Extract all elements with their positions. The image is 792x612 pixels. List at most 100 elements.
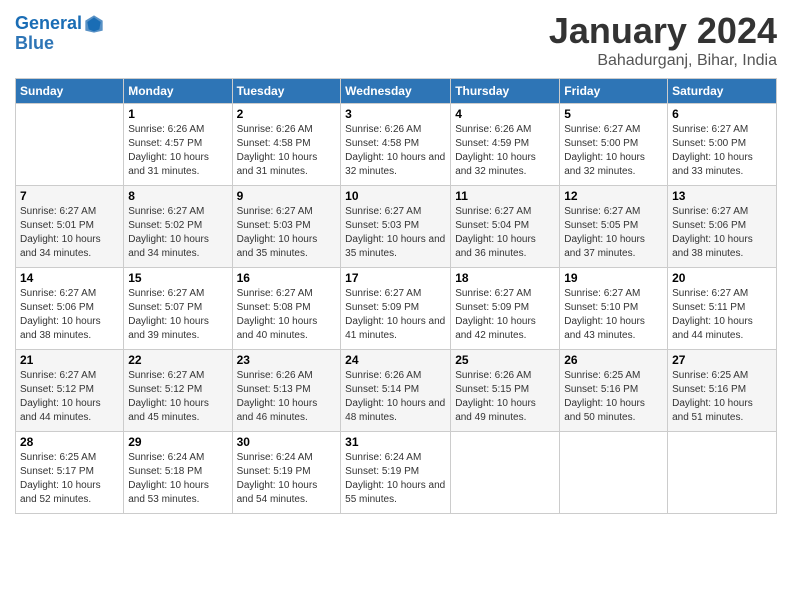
logo: General Blue (15, 14, 104, 54)
logo-blue-text: Blue (15, 34, 104, 54)
day-number: 29 (128, 435, 227, 449)
logo-icon (84, 14, 104, 34)
calendar-cell: 2Sunrise: 6:26 AMSunset: 4:58 PMDaylight… (232, 104, 341, 186)
day-info: Sunrise: 6:24 AMSunset: 5:19 PMDaylight:… (237, 451, 337, 507)
day-number: 30 (237, 435, 337, 449)
day-number: 16 (237, 271, 337, 285)
day-number: 4 (455, 107, 555, 121)
day-number: 26 (564, 353, 663, 367)
week-row-3: 14 Sunrise: 6:27 AMSunset: 5:06 PMDayligh… (16, 268, 777, 350)
day-info: Sunrise: 6:26 AMSunset: 4:59 PMDaylight:… (455, 123, 555, 179)
day-number: 11 (455, 189, 555, 203)
calendar-cell: 24Sunrise: 6:26 AMSunset: 5:14 PMDayligh… (341, 350, 451, 432)
calendar-cell (560, 432, 668, 514)
calendar-cell: 25 Sunrise: 6:26 AMSunset: 5:15 PMDayligh… (451, 350, 560, 432)
column-header-friday: Friday (560, 79, 668, 104)
day-info: Sunrise: 6:25 AMSunset: 5:16 PMDaylight:… (672, 369, 772, 425)
calendar-cell: 14 Sunrise: 6:27 AMSunset: 5:06 PMDayligh… (16, 268, 124, 350)
day-number: 7 (20, 189, 119, 203)
day-info: Sunrise: 6:27 AMSunset: 5:08 PMDaylight:… (237, 287, 337, 343)
calendar-cell: 31 Sunrise: 6:24 AMSunset: 5:19 PMDayligh… (341, 432, 451, 514)
calendar-cell: 29 Sunrise: 6:24 AMSunset: 5:18 PMDayligh… (124, 432, 232, 514)
calendar-cell (16, 104, 124, 186)
day-info: Sunrise: 6:24 AMSunset: 5:19 PMDaylight:… (345, 451, 446, 507)
calendar-cell: 5Sunrise: 6:27 AMSunset: 5:00 PMDaylight… (560, 104, 668, 186)
calendar-cell: 30 Sunrise: 6:24 AMSunset: 5:19 PMDayligh… (232, 432, 341, 514)
day-number: 28 (20, 435, 119, 449)
title-block: January 2024 Bahadurganj, Bihar, India (549, 10, 777, 70)
day-info: Sunrise: 6:27 AMSunset: 5:07 PMDaylight:… (128, 287, 227, 343)
calendar-cell: 11 Sunrise: 6:27 AMSunset: 5:04 PMDayligh… (451, 186, 560, 268)
day-info: Sunrise: 6:27 AMSunset: 5:03 PMDaylight:… (345, 205, 446, 261)
day-info: Sunrise: 6:27 AMSunset: 5:05 PMDaylight:… (564, 205, 663, 261)
day-number: 27 (672, 353, 772, 367)
day-info: Sunrise: 6:27 AMSunset: 5:00 PMDaylight:… (564, 123, 663, 179)
day-info: Sunrise: 6:27 AMSunset: 5:10 PMDaylight:… (564, 287, 663, 343)
main-container: General Blue January 2024 Bahadurganj, B… (0, 0, 792, 612)
calendar-cell: 16 Sunrise: 6:27 AMSunset: 5:08 PMDayligh… (232, 268, 341, 350)
day-info: Sunrise: 6:26 AMSunset: 5:14 PMDaylight:… (345, 369, 446, 425)
calendar-cell: 10Sunrise: 6:27 AMSunset: 5:03 PMDayligh… (341, 186, 451, 268)
calendar-cell: 7 Sunrise: 6:27 AMSunset: 5:01 PMDaylight… (16, 186, 124, 268)
calendar-cell (668, 432, 777, 514)
day-number: 6 (672, 107, 772, 121)
day-number: 20 (672, 271, 772, 285)
week-row-4: 21 Sunrise: 6:27 AMSunset: 5:12 PMDayligh… (16, 350, 777, 432)
day-number: 1 (128, 107, 227, 121)
day-info: Sunrise: 6:27 AMSunset: 5:00 PMDaylight:… (672, 123, 772, 179)
calendar-cell: 3Sunrise: 6:26 AMSunset: 4:58 PMDaylight… (341, 104, 451, 186)
day-number: 14 (20, 271, 119, 285)
calendar-cell: 19Sunrise: 6:27 AMSunset: 5:10 PMDayligh… (560, 268, 668, 350)
day-info: Sunrise: 6:27 AMSunset: 5:12 PMDaylight:… (128, 369, 227, 425)
day-info: Sunrise: 6:27 AMSunset: 5:06 PMDaylight:… (672, 205, 772, 261)
calendar-cell: 1 Sunrise: 6:26 AMSunset: 4:57 PMDaylight… (124, 104, 232, 186)
header: General Blue January 2024 Bahadurganj, B… (15, 10, 777, 70)
calendar-cell: 27 Sunrise: 6:25 AMSunset: 5:16 PMDayligh… (668, 350, 777, 432)
logo-text: General (15, 14, 82, 34)
calendar-cell: 9Sunrise: 6:27 AMSunset: 5:03 PMDaylight… (232, 186, 341, 268)
day-info: Sunrise: 6:27 AMSunset: 5:02 PMDaylight:… (128, 205, 227, 261)
day-number: 17 (345, 271, 446, 285)
day-number: 25 (455, 353, 555, 367)
day-number: 12 (564, 189, 663, 203)
column-header-thursday: Thursday (451, 79, 560, 104)
day-info: Sunrise: 6:24 AMSunset: 5:18 PMDaylight:… (128, 451, 227, 507)
day-info: Sunrise: 6:27 AMSunset: 5:12 PMDaylight:… (20, 369, 119, 425)
calendar-cell: 13 Sunrise: 6:27 AMSunset: 5:06 PMDayligh… (668, 186, 777, 268)
day-info: Sunrise: 6:27 AMSunset: 5:04 PMDaylight:… (455, 205, 555, 261)
day-number: 21 (20, 353, 119, 367)
day-number: 13 (672, 189, 772, 203)
calendar-cell: 17 Sunrise: 6:27 AMSunset: 5:09 PMDayligh… (341, 268, 451, 350)
calendar-cell: 28Sunrise: 6:25 AMSunset: 5:17 PMDayligh… (16, 432, 124, 514)
day-number: 31 (345, 435, 446, 449)
day-info: Sunrise: 6:27 AMSunset: 5:09 PMDaylight:… (345, 287, 446, 343)
calendar-cell: 23Sunrise: 6:26 AMSunset: 5:13 PMDayligh… (232, 350, 341, 432)
day-info: Sunrise: 6:27 AMSunset: 5:01 PMDaylight:… (20, 205, 119, 261)
day-info: Sunrise: 6:27 AMSunset: 5:09 PMDaylight:… (455, 287, 555, 343)
day-info: Sunrise: 6:27 AMSunset: 5:06 PMDaylight:… (20, 287, 119, 343)
calendar-cell: 12 Sunrise: 6:27 AMSunset: 5:05 PMDayligh… (560, 186, 668, 268)
calendar-cell (451, 432, 560, 514)
column-header-monday: Monday (124, 79, 232, 104)
day-info: Sunrise: 6:26 AMSunset: 5:15 PMDaylight:… (455, 369, 555, 425)
day-info: Sunrise: 6:26 AMSunset: 4:58 PMDaylight:… (345, 123, 446, 179)
day-info: Sunrise: 6:26 AMSunset: 4:57 PMDaylight:… (128, 123, 227, 179)
location: Bahadurganj, Bihar, India (549, 52, 777, 70)
calendar-cell: 4 Sunrise: 6:26 AMSunset: 4:59 PMDaylight… (451, 104, 560, 186)
day-number: 9 (237, 189, 337, 203)
column-header-saturday: Saturday (668, 79, 777, 104)
day-number: 23 (237, 353, 337, 367)
calendar-cell: 26Sunrise: 6:25 AMSunset: 5:16 PMDayligh… (560, 350, 668, 432)
month-title: January 2024 (549, 10, 777, 52)
calendar-header-row: SundayMondayTuesdayWednesdayThursdayFrid… (16, 79, 777, 104)
calendar-cell: 6 Sunrise: 6:27 AMSunset: 5:00 PMDaylight… (668, 104, 777, 186)
calendar-cell: 18 Sunrise: 6:27 AMSunset: 5:09 PMDayligh… (451, 268, 560, 350)
week-row-5: 28Sunrise: 6:25 AMSunset: 5:17 PMDayligh… (16, 432, 777, 514)
column-header-sunday: Sunday (16, 79, 124, 104)
day-info: Sunrise: 6:26 AMSunset: 4:58 PMDaylight:… (237, 123, 337, 179)
column-header-wednesday: Wednesday (341, 79, 451, 104)
day-number: 18 (455, 271, 555, 285)
calendar-cell: 21 Sunrise: 6:27 AMSunset: 5:12 PMDayligh… (16, 350, 124, 432)
column-header-tuesday: Tuesday (232, 79, 341, 104)
day-number: 8 (128, 189, 227, 203)
